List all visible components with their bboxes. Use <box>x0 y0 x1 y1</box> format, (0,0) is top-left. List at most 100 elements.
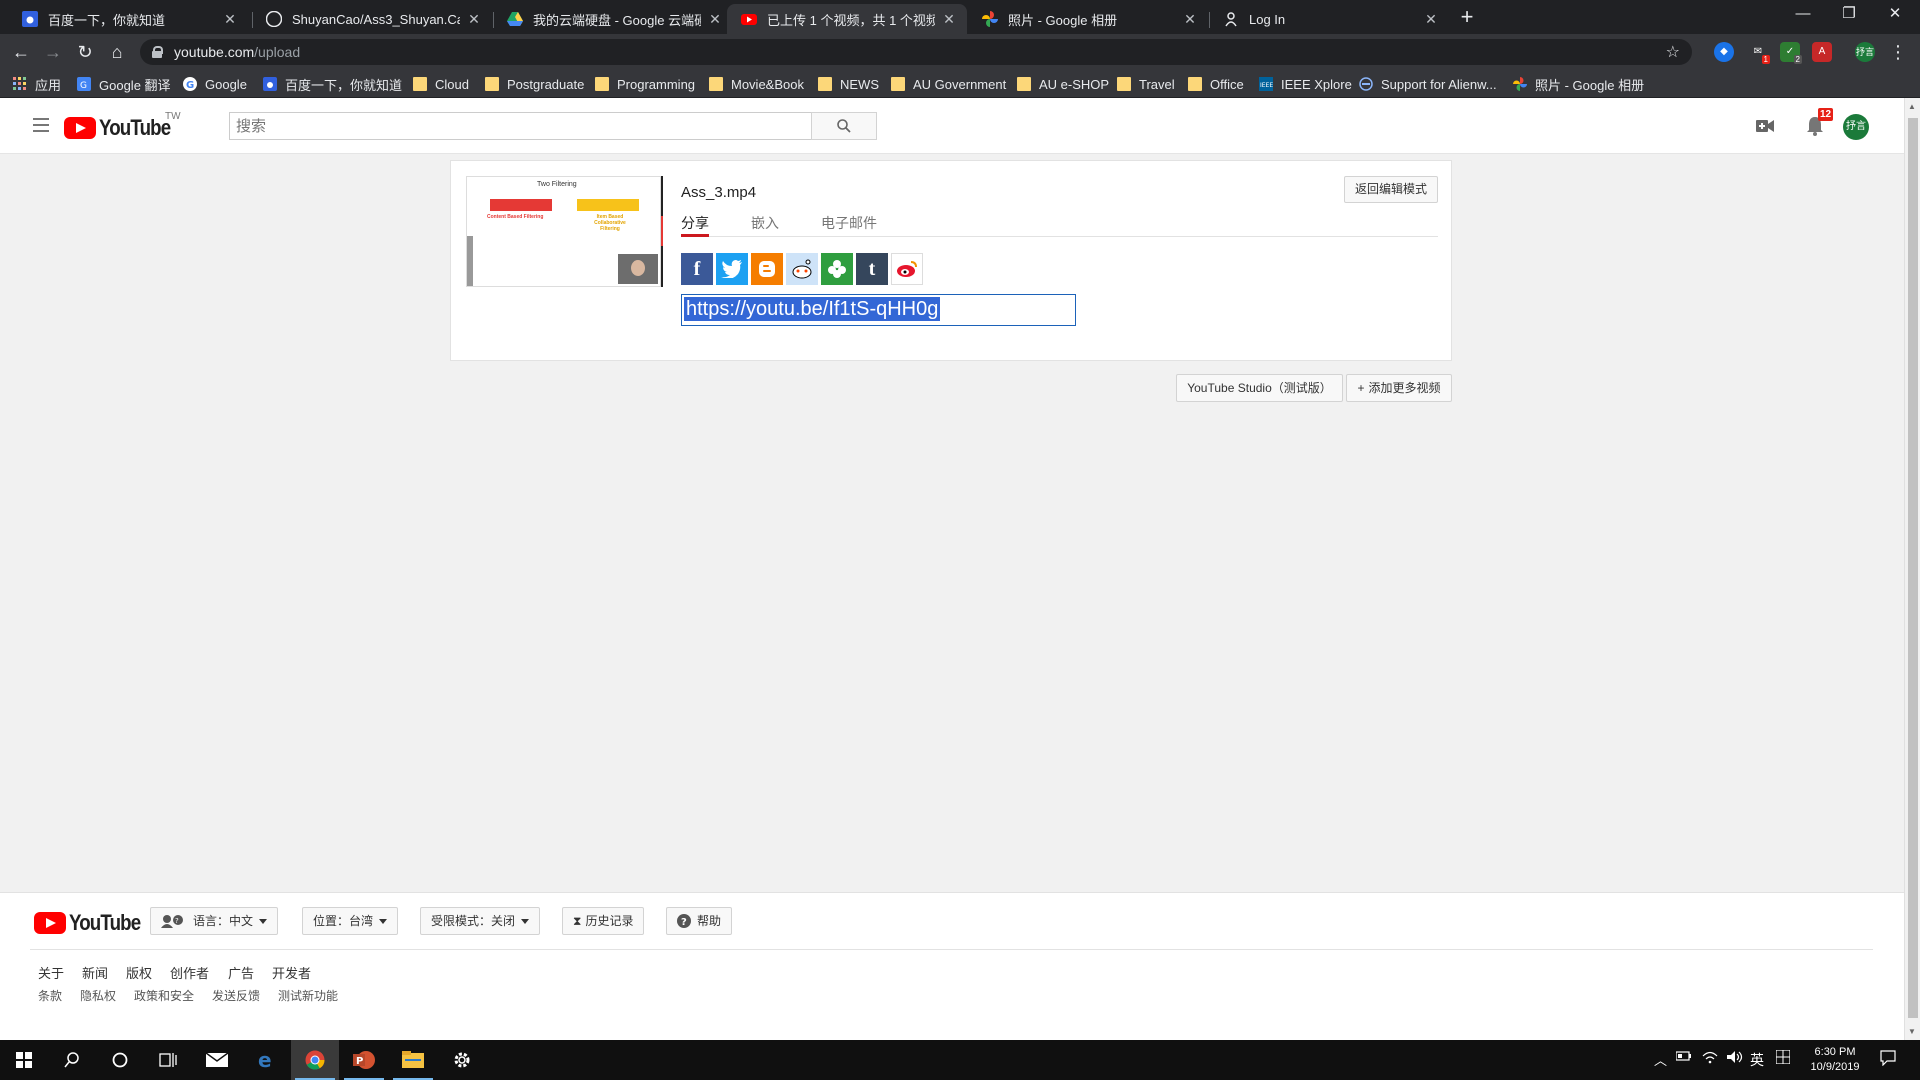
system-clock[interactable]: 6:30 PM 10/9/2019 <box>1800 1045 1870 1075</box>
restore-window-icon[interactable]: ❐ <box>1826 0 1872 30</box>
bookmark-folder-au-eshop[interactable]: AU e-SHOP <box>1017 75 1109 93</box>
bookmark-star-icon[interactable]: ☆ <box>1666 42 1680 62</box>
youtube-logo[interactable]: YouTube TW <box>64 111 183 141</box>
footer-link-press[interactable]: 新闻 <box>82 963 108 982</box>
chrome-menu-icon[interactable]: ⋮ <box>1885 40 1911 64</box>
back-to-edit-button[interactable]: 返回编辑模式 <box>1344 176 1438 203</box>
bookmark-folder-postgraduate[interactable]: Postgraduate <box>485 75 584 93</box>
close-tab-icon[interactable]: ✕ <box>466 11 482 28</box>
footer-link-test-features[interactable]: 测试新功能 <box>278 987 338 1004</box>
weibo-icon[interactable] <box>891 253 923 285</box>
bookmark-folder-office[interactable]: Office <box>1188 75 1244 93</box>
bookmark-google[interactable]: G Google <box>183 75 247 93</box>
facebook-icon[interactable]: f <box>681 253 713 285</box>
tab-embed[interactable]: 嵌入 <box>751 213 779 237</box>
footer-link-feedback[interactable]: 发送反馈 <box>212 987 260 1004</box>
profile-avatar-icon[interactable]: 抒言 <box>1855 42 1875 62</box>
page-scrollbar[interactable]: ▲ ▼ <box>1904 98 1920 1040</box>
close-tab-icon[interactable]: ✕ <box>222 11 238 28</box>
upload-video-icon[interactable] <box>1756 120 1774 132</box>
show-hidden-icons-chevron-icon[interactable]: ︿ <box>1654 1050 1667 1069</box>
home-icon[interactable]: ⌂ <box>104 40 130 64</box>
bookmark-dell-support[interactable]: Support for Alienw... <box>1359 75 1497 93</box>
avatar[interactable]: 抒言 <box>1843 114 1869 140</box>
add-more-videos-button[interactable]: + 添加更多视频 <box>1346 374 1452 402</box>
bookmark-folder-cloud[interactable]: Cloud <box>413 75 469 93</box>
bookmark-folder-programming[interactable]: Programming <box>595 75 695 93</box>
close-tab-icon[interactable]: ✕ <box>1182 11 1198 28</box>
footer-link-policy-safety[interactable]: 政策和安全 <box>134 987 194 1004</box>
bookmark-baidu[interactable]: 百度一下，你就知道 <box>263 75 402 93</box>
youtube-studio-button[interactable]: YouTube Studio（测试版） <box>1176 374 1343 402</box>
edge-icon[interactable]: e <box>242 1040 290 1080</box>
scroll-up-arrow-icon[interactable]: ▲ <box>1908 102 1916 111</box>
close-tab-icon[interactable]: ✕ <box>1423 11 1439 28</box>
bookmark-apps[interactable]: 应用 <box>13 75 61 93</box>
search-input[interactable] <box>229 112 812 140</box>
guide-menu-icon[interactable] <box>33 118 49 132</box>
close-tab-icon[interactable]: ✕ <box>941 11 957 28</box>
history-button[interactable]: ⧗ 历史记录 <box>562 907 645 935</box>
tumblr-icon[interactable]: t <box>856 253 888 285</box>
settings-gear-icon[interactable] <box>438 1040 486 1080</box>
footer-link-about[interactable]: 关于 <box>38 963 64 982</box>
mail-icon[interactable] <box>193 1040 241 1080</box>
battery-icon[interactable] <box>1675 1050 1692 1065</box>
tab-youtube-upload[interactable]: 已上传 1 个视频，共 1 个视频 - Y ✕ <box>727 4 967 34</box>
reddit-icon[interactable] <box>786 253 818 285</box>
task-view-icon[interactable] <box>144 1040 192 1080</box>
footer-link-creators[interactable]: 创作者 <box>170 963 209 982</box>
close-tab-icon[interactable]: ✕ <box>707 11 723 28</box>
share-url-field[interactable]: https://youtu.be/If1tS-qHH0g <box>681 294 1076 326</box>
address-bar[interactable]: youtube.com/upload ☆ <box>140 39 1692 65</box>
minimize-window-icon[interactable]: — <box>1780 0 1826 30</box>
tab-baidu[interactable]: 百度一下，你就知道 ✕ <box>8 4 248 34</box>
search-icon[interactable] <box>48 1040 96 1080</box>
action-center-icon[interactable] <box>1880 1050 1896 1069</box>
chrome-icon[interactable] <box>291 1040 339 1080</box>
footer-link-advertise[interactable]: 广告 <box>228 963 254 982</box>
scroll-down-arrow-icon[interactable]: ▼ <box>1908 1027 1916 1036</box>
footer-link-developers[interactable]: 开发者 <box>272 963 311 982</box>
bookmark-ieee-xplore[interactable]: IEEE IEEE Xplore <box>1259 75 1352 93</box>
volume-icon[interactable] <box>1726 1050 1744 1067</box>
location-selector[interactable]: 位置：台湾 <box>302 907 399 935</box>
new-tab-button[interactable]: + <box>1454 6 1480 32</box>
tab-github[interactable]: ShuyanCao/Ass3_Shuyan.Cao_13 ✕ <box>252 4 492 34</box>
wifi-icon[interactable] <box>1702 1050 1718 1067</box>
reload-icon[interactable]: ↻ <box>72 40 98 64</box>
bookmark-google-translate[interactable]: G Google 翻译 <box>77 75 171 93</box>
tab-email[interactable]: 电子邮件 <box>821 213 877 237</box>
tab-google-photos[interactable]: 照片 - Google 相册 ✕ <box>968 4 1208 34</box>
bookmark-folder-news[interactable]: NEWS <box>818 75 879 93</box>
bookmark-folder-moviebook[interactable]: Movie&Book <box>709 75 804 93</box>
tab-login[interactable]: Log In ✕ <box>1209 4 1449 34</box>
extension-messages-icon[interactable]: ✉ 1 <box>1748 42 1770 64</box>
footer-link-copyright[interactable]: 版权 <box>126 963 152 982</box>
keyboard-grid-icon[interactable] <box>1775 1049 1791 1067</box>
powerpoint-icon[interactable]: P <box>340 1040 388 1080</box>
scrollbar-thumb[interactable] <box>1908 118 1918 1018</box>
language-selector[interactable]: ? 语言：中文 <box>150 907 279 935</box>
cloud-share-icon[interactable] <box>821 253 853 285</box>
tab-share[interactable]: 分享 <box>681 213 709 237</box>
file-explorer-icon[interactable] <box>389 1040 437 1080</box>
help-button[interactable]: ? 帮助 <box>666 907 733 935</box>
bookmark-folder-au-government[interactable]: AU Government <box>891 75 1006 93</box>
back-icon[interactable]: ← <box>8 40 34 64</box>
tab-google-drive[interactable]: 我的云端硬盘 - Google 云端硬盘 ✕ <box>493 4 733 34</box>
bookmark-folder-travel[interactable]: Travel <box>1117 75 1175 93</box>
blogger-icon[interactable] <box>751 253 783 285</box>
extension-shield-icon[interactable]: ◆ <box>1714 42 1734 62</box>
ime-indicator[interactable]: 英 <box>1750 1050 1764 1070</box>
footer-link-privacy[interactable]: 隐私权 <box>80 987 116 1004</box>
close-window-icon[interactable]: ✕ <box>1872 0 1918 30</box>
bookmark-google-photos[interactable]: 照片 - Google 相册 <box>1513 75 1644 93</box>
windows-start-icon[interactable] <box>0 1040 48 1080</box>
restricted-mode-selector[interactable]: 受限模式：关闭 <box>420 907 541 935</box>
pdf-extension-icon[interactable]: A <box>1812 42 1832 62</box>
cortana-icon[interactable] <box>96 1040 144 1080</box>
footer-link-terms[interactable]: 条款 <box>38 987 62 1004</box>
forward-icon[interactable]: → <box>40 40 66 64</box>
extension-shield-check-icon[interactable]: ✓ 2 <box>1780 42 1802 64</box>
